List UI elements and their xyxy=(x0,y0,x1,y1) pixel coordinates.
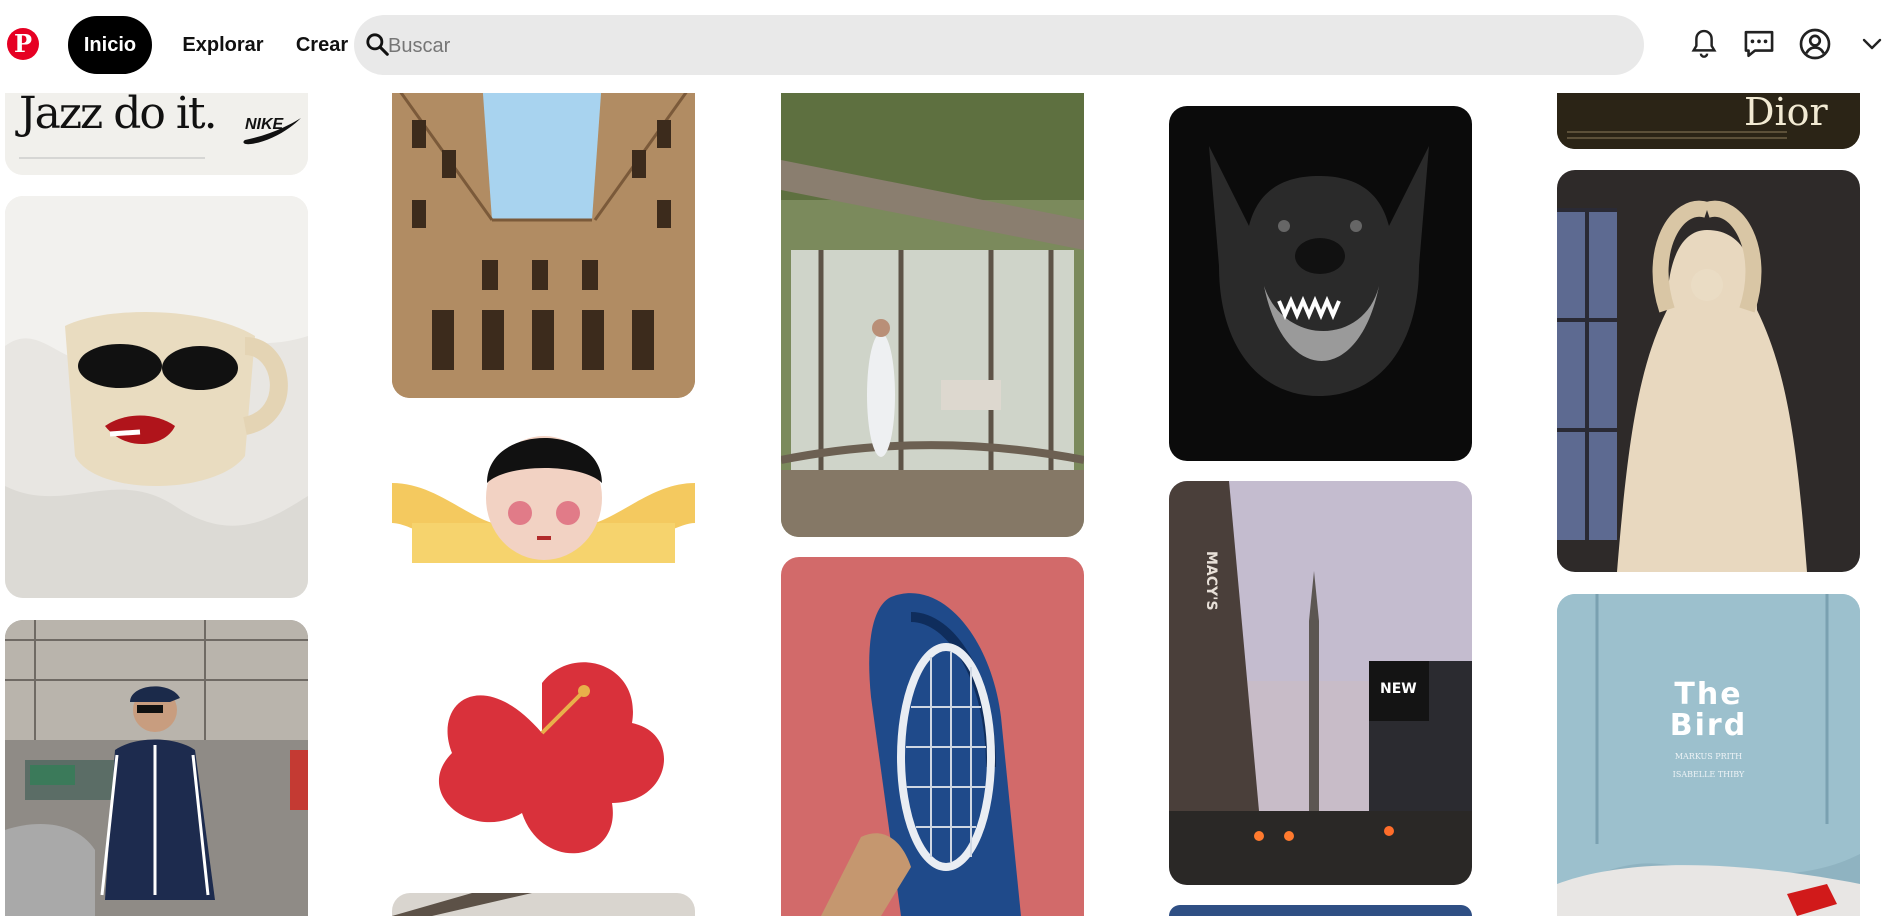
pin-architecture-bottom[interactable] xyxy=(392,893,695,916)
pin-nike-brand: NIKE xyxy=(245,116,284,133)
pin-nike-headline: Jazz do it. xyxy=(19,88,218,139)
pin-ceramic-mug[interactable] xyxy=(5,196,308,598)
pin-doberman[interactable] xyxy=(1169,106,1472,461)
pin-nyc-street[interactable]: MACY'S NEW xyxy=(1169,481,1472,885)
nav-explorar[interactable]: Explorar xyxy=(168,16,278,74)
pin-marble-statue[interactable] xyxy=(1557,170,1860,572)
pin-the-bird-denim[interactable]: The Bird MARKUS PRITH ISABELLE THIBY xyxy=(1557,594,1860,916)
search-bar[interactable] xyxy=(354,15,1644,77)
pin-illustrated-girl[interactable] xyxy=(392,413,695,588)
dior-wordmark: Dior xyxy=(1744,90,1828,134)
bell-icon[interactable] xyxy=(1686,26,1722,62)
pin-hibiscus-flower[interactable] xyxy=(392,603,695,873)
account-icon[interactable] xyxy=(1797,26,1833,62)
pin-nike-jazz[interactable]: Jazz do it. NIKE xyxy=(5,80,308,175)
chat-icon[interactable] xyxy=(1741,26,1777,62)
pin-tennis-bag[interactable] xyxy=(781,557,1084,916)
nyc-building-sign: MACY'S xyxy=(1203,551,1219,611)
nyc-billboard-text: NEW xyxy=(1380,681,1417,697)
pin-blue-card-bottom[interactable] xyxy=(1169,905,1472,916)
the-bird-title: The Bird xyxy=(1669,677,1748,743)
search-input[interactable] xyxy=(386,15,1620,77)
chevron-down-icon[interactable] xyxy=(1860,26,1884,62)
top-bar: P Inicio Explorar Crear xyxy=(0,0,1893,93)
nav-crear[interactable]: Crear xyxy=(286,16,358,74)
the-bird-credit-2: ISABELLE THIBY xyxy=(1672,770,1745,779)
pin-courtyard-sky[interactable] xyxy=(392,80,695,398)
pinterest-logo-icon[interactable]: P xyxy=(7,28,39,60)
pin-glass-house-woman[interactable] xyxy=(781,80,1084,537)
nav-inicio[interactable]: Inicio xyxy=(68,16,152,74)
pin-adidas-street[interactable] xyxy=(5,620,308,916)
the-bird-credit-1: MARKUS PRITH xyxy=(1674,752,1743,761)
